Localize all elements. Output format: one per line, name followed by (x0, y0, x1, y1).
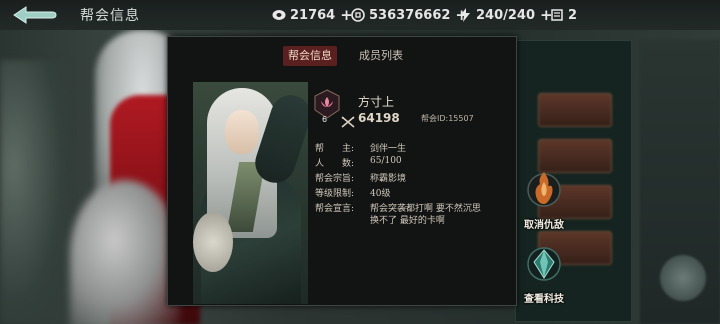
detail-value: 40级 (370, 189, 391, 199)
back-button[interactable] (12, 4, 58, 26)
background-right-menu (640, 40, 720, 324)
scroll-amount: 2 (568, 7, 578, 23)
guild-leader-portrait (193, 82, 308, 304)
background-emblem (660, 255, 706, 301)
coin-currency-icon (351, 8, 365, 22)
jade-currency-icon (272, 8, 286, 22)
cancel-enemy-button[interactable]: 取消仇敌 (514, 168, 574, 231)
tab-member-list[interactable]: 成员列表 (354, 46, 408, 66)
detail-label: 等级限制: (315, 189, 355, 199)
jade-resource: 21764 + (272, 5, 353, 25)
portrait-face (225, 110, 259, 154)
top-bar: 帮会信息 21764 + 536376662 + 240/240 + 2 (0, 0, 720, 30)
stamina-resource: 240/240 + (458, 5, 553, 25)
page-title: 帮会信息 (80, 8, 140, 24)
coin-resource: 536376662 + (351, 5, 468, 25)
scroll-token-icon (550, 8, 564, 22)
detail-label: 人 数: (315, 159, 355, 169)
detail-value: 剑伴一生 (370, 144, 407, 154)
crystal-tech-icon (527, 247, 561, 281)
stamina-lightning-icon (458, 8, 472, 22)
detail-value: 称霸影境 (370, 174, 407, 184)
jade-amount: 21764 (290, 7, 336, 23)
detail-label: 帮会宣言: (315, 204, 355, 214)
guild-level: 6 (322, 115, 328, 124)
detail-label: 帮 主: (315, 144, 355, 154)
guild-name: 方寸上 (358, 95, 395, 109)
cancel-enemy-label: 取消仇敌 (524, 220, 564, 231)
scroll-resource: 2 (550, 5, 577, 25)
guild-power: 64198 (358, 111, 400, 125)
background-character-sleeve (70, 180, 180, 324)
view-tech-button[interactable]: 查看科技 (514, 242, 574, 305)
guild-info-panel: 帮会信息 成员列表 6 方寸上 64198 帮会ID:15507 帮 主: 剑伴… (167, 36, 517, 306)
tab-guild-info[interactable]: 帮会信息 (283, 46, 337, 66)
flame-helmet-icon (527, 172, 561, 207)
crossed-swords-icon (341, 113, 355, 132)
guild-id: 帮会ID:15507 (421, 114, 474, 123)
portrait-fur (193, 212, 233, 272)
detail-value: 65/100 (370, 156, 402, 166)
detail-label: 帮会宗旨: (315, 174, 355, 184)
coin-amount: 536376662 (369, 7, 451, 23)
detail-value: 换不了 最好的卡啊 (370, 216, 445, 226)
view-tech-label: 查看科技 (524, 294, 564, 305)
back-arrow-icon (13, 6, 57, 24)
background-foliage (0, 60, 70, 324)
background-tile (538, 93, 612, 127)
stamina-amount: 240/240 (476, 7, 536, 23)
